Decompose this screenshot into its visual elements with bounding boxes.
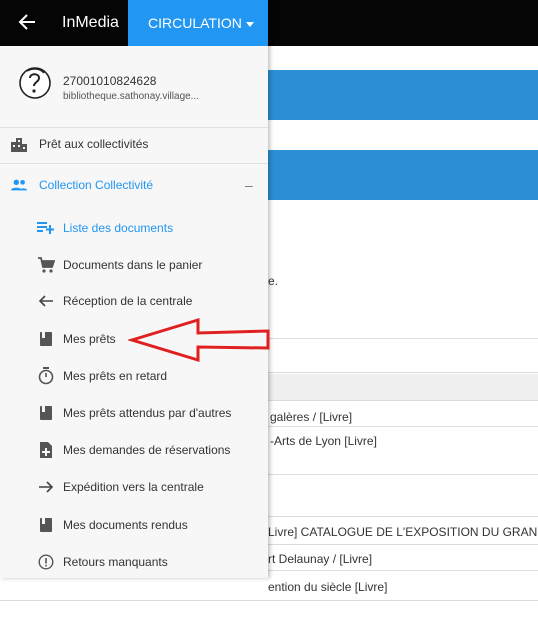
nav-subitem-documents-rendus[interactable]: Mes documents rendus <box>0 508 268 542</box>
drawer-appbar: InMedia CIRCULATION <box>0 0 268 46</box>
book-icon <box>37 516 55 534</box>
arrow-right-icon <box>37 478 55 496</box>
playlist-add-icon <box>37 219 55 237</box>
arrow-left-icon <box>37 292 55 310</box>
page-row-text[interactable]: Livre] CATALOGUE DE L'EXPOSITION DU GRAN… <box>268 525 538 539</box>
nav-subitem-label: Retours manquants <box>63 555 168 569</box>
navigation-drawer: InMedia CIRCULATION 27001010824628 bibli… <box>0 0 268 578</box>
collapse-icon[interactable]: – <box>245 177 253 193</box>
page-text-fragment: e. <box>268 274 279 288</box>
page-row-text[interactable]: ention du siècle [Livre] <box>268 580 387 594</box>
screen: e. galères / [Livre] -Arts de Lyon [Livr… <box>0 0 538 620</box>
arrow-left-icon[interactable] <box>16 11 38 33</box>
page-divider <box>0 600 538 601</box>
circulation-menu-button[interactable]: CIRCULATION <box>128 0 268 46</box>
nav-subitem-label: Réception de la centrale <box>63 294 193 308</box>
nav-subitem-prets-retard[interactable]: Mes prêts en retard <box>0 359 268 393</box>
page-row-text[interactable]: -Arts de Lyon [Livre] <box>270 434 377 448</box>
nav-subitem-label: Mes prêts en retard <box>63 369 168 383</box>
divider <box>0 163 268 164</box>
nav-subitem-label: Mes prêts <box>63 332 116 346</box>
user-email: bibliotheque.sathonay.village... <box>63 91 200 102</box>
nav-subitem-liste-documents[interactable]: Liste des documents <box>0 211 268 245</box>
file-plus-icon <box>37 441 55 459</box>
nav-subitem-label: Mes documents rendus <box>63 518 188 532</box>
timer-icon <box>37 367 55 385</box>
nav-subitem-documents-panier[interactable]: Documents dans le panier <box>0 248 268 282</box>
annotation-arrow <box>128 317 270 363</box>
page-row-text[interactable]: galères / [Livre] <box>270 410 352 424</box>
nav-subitem-demandes-reservations[interactable]: Mes demandes de réservations <box>0 433 268 467</box>
circulation-menu-label: CIRCULATION <box>148 15 242 31</box>
user-avatar-icon <box>18 66 52 100</box>
nav-subitem-label: Expédition vers la centrale <box>63 480 204 494</box>
nav-subitem-label: Liste des documents <box>63 221 174 235</box>
nav-subitem-label: Mes prêts attendus par d'autres <box>63 406 232 420</box>
user-id: 27001010824628 <box>63 74 157 88</box>
nav-subitem-expedition-centrale[interactable]: Expédition vers la centrale <box>0 470 268 504</box>
alert-circle-icon <box>37 553 55 571</box>
book-icon <box>37 330 55 348</box>
nav-subitem-label: Documents dans le panier <box>63 258 203 272</box>
nav-group-label: Collection Collectivité <box>39 178 154 192</box>
nav-group-collection-collectivite[interactable]: Collection Collectivité – <box>0 168 268 202</box>
nav-subitem-retours-manquants[interactable]: Retours manquants <box>0 545 268 579</box>
page-row-text[interactable]: rt Delaunay / [Livre] <box>268 552 372 566</box>
app-title[interactable]: InMedia <box>62 13 119 33</box>
caret-down-icon <box>245 21 254 27</box>
user-account[interactable]: 27001010824628 bibliotheque.sathonay.vil… <box>0 58 268 118</box>
cart-icon <box>37 256 55 274</box>
city-icon <box>10 135 28 153</box>
nav-item-pret-collectivites[interactable]: Prêt aux collectivités <box>0 127 268 161</box>
nav-subitem-prets-attendus[interactable]: Mes prêts attendus par d'autres <box>0 396 268 430</box>
nav-item-label: Prêt aux collectivités <box>39 137 149 151</box>
nav-subitem-label: Mes demandes de réservations <box>63 443 231 457</box>
book-icon <box>37 404 55 422</box>
people-icon <box>10 176 28 194</box>
nav-subitem-reception-centrale[interactable]: Réception de la centrale <box>0 284 268 318</box>
